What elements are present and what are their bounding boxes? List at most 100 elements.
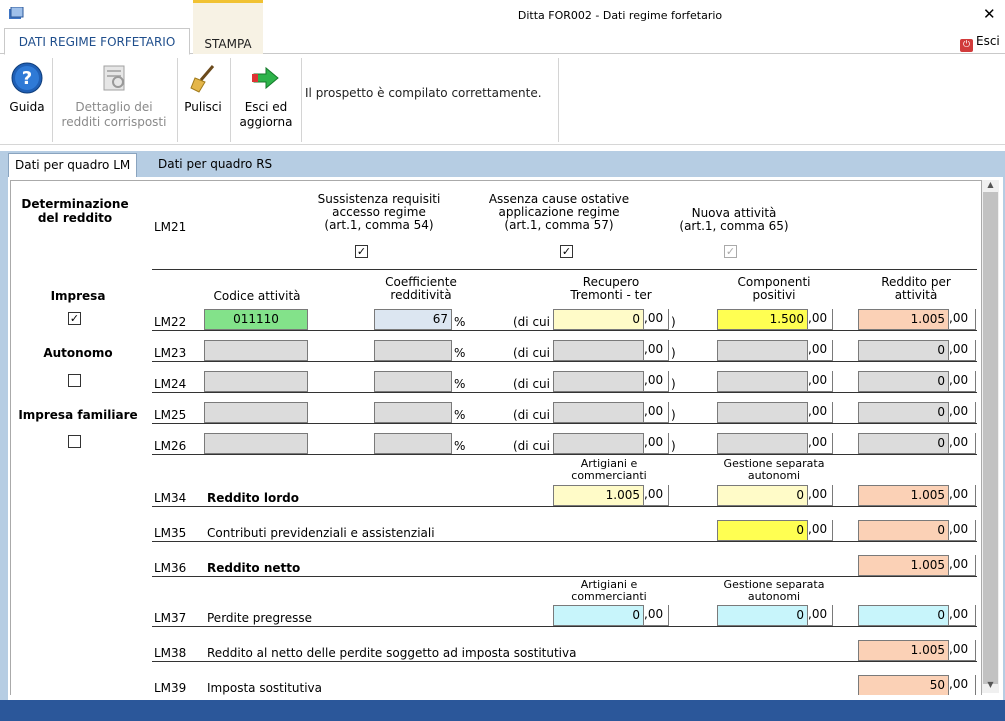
codice-attivita-field[interactable] <box>204 433 308 454</box>
divider <box>152 541 977 542</box>
impresa-familiare-checkbox[interactable] <box>68 435 81 448</box>
row-code: LM25 <box>154 408 187 422</box>
lm21-h2-line: (art.1, comma 57) <box>504 218 614 232</box>
percent-label: % <box>454 346 466 360</box>
componenti-field[interactable] <box>717 402 808 423</box>
lm39-reddito-field[interactable]: 50 <box>858 675 949 695</box>
artigiani-header: Artigiani e commercianti <box>553 579 665 603</box>
recupero-field[interactable] <box>553 371 644 392</box>
lm36-reddito-field[interactable]: 1.005 <box>858 555 949 576</box>
exit-button[interactable]: ⏻ Esci <box>960 34 1000 52</box>
codice-attivita-field[interactable] <box>204 340 308 361</box>
codice-attivita-field[interactable] <box>204 371 308 392</box>
close-icon[interactable]: ✕ <box>983 5 996 23</box>
codice-attivita-field[interactable]: 011110 <box>204 309 308 330</box>
lm37-reddito-field[interactable]: 0 <box>858 605 949 626</box>
coefficiente-field[interactable] <box>374 371 452 392</box>
recupero-field[interactable] <box>553 433 644 454</box>
esci-aggiorna-button[interactable]: Esci ed aggiorna <box>233 55 299 145</box>
lm38-label: Reddito al netto delle perdite soggetto … <box>207 646 577 660</box>
tab-dati-regime-forfetario[interactable]: DATI REGIME FORFETARIO <box>4 28 190 55</box>
lm38-reddito-field[interactable]: 1.005 <box>858 640 949 661</box>
componenti-field[interactable] <box>717 340 808 361</box>
reddito-field[interactable]: 0 <box>858 433 949 454</box>
header-componenti: Componenti positivi <box>714 276 834 302</box>
artigiani-line: commercianti <box>571 590 647 603</box>
row-code: LM26 <box>154 439 187 453</box>
assenza-cause-checkbox[interactable]: ✓ <box>560 245 573 258</box>
window-title: Ditta FOR002 - Dati regime forfetario <box>517 9 723 22</box>
lm34-artigiani-field[interactable]: 1.005 <box>553 485 644 506</box>
coefficiente-field[interactable] <box>374 402 452 423</box>
lm37-gestione-field[interactable]: 0 <box>717 605 808 626</box>
percent-label: % <box>454 439 466 453</box>
divider <box>152 361 977 362</box>
gestione-line: autonomi <box>747 590 801 603</box>
percent-label: % <box>454 408 466 422</box>
decimal-suffix: ,00 <box>949 309 976 330</box>
row-code: LM21 <box>154 220 187 234</box>
lm21-header-2: Assenza cause ostative applicazione regim… <box>474 193 644 232</box>
row-code: LM37 <box>154 611 187 625</box>
tab-stampa[interactable]: STAMPA <box>193 0 263 54</box>
tab-quadro-rs[interactable]: Dati per quadro RS <box>152 153 278 177</box>
reddito-field[interactable]: 1.005 <box>858 309 949 330</box>
impresa-label: Impresa <box>50 289 106 303</box>
lm35-reddito-field[interactable]: 0 <box>858 520 949 541</box>
componenti-field[interactable] <box>717 371 808 392</box>
recupero-field[interactable] <box>553 402 644 423</box>
decimal-suffix: ,00 <box>808 433 833 454</box>
lm39-label: Imposta sostitutiva <box>207 681 323 695</box>
divider <box>152 576 977 577</box>
divider <box>152 423 977 424</box>
decimal-suffix: ,00 <box>808 340 833 361</box>
scroll-thumb[interactable] <box>983 192 998 684</box>
componenti-field[interactable]: 1.500 <box>717 309 808 330</box>
pulisci-button[interactable]: Pulisci <box>180 55 226 145</box>
componenti-field[interactable] <box>717 433 808 454</box>
di-cui-label: (di cui <box>513 408 550 422</box>
di-cui-label: (di cui <box>513 315 550 329</box>
decimal-suffix: ,00 <box>949 605 976 626</box>
arrow-right-icon <box>252 66 279 90</box>
percent-label: % <box>454 315 466 329</box>
reddito-field[interactable]: 0 <box>858 371 949 392</box>
scroll-up-icon[interactable]: ▲ <box>982 180 999 192</box>
lm35-gestione-field[interactable]: 0 <box>717 520 808 541</box>
reddito-field[interactable]: 0 <box>858 402 949 423</box>
impresa-checkbox[interactable]: ✓ <box>68 312 81 325</box>
lm37-artigiani-field[interactable]: 0 <box>553 605 644 626</box>
autonomo-checkbox[interactable] <box>68 374 81 387</box>
divider <box>152 661 977 662</box>
codice-attivita-field[interactable] <box>204 402 308 423</box>
coefficiente-field[interactable]: 67 <box>374 309 452 330</box>
gestione-header: Gestione separata autonomi <box>709 579 839 603</box>
di-cui-label: (di cui <box>513 439 550 453</box>
vertical-scrollbar[interactable]: ▲ ▼ <box>982 180 999 693</box>
divider <box>152 454 977 455</box>
ribbon-tab-strip: DATI REGIME FORFETARIO STAMPA ⏻ Esci <box>0 0 1005 55</box>
nuova-attivita-checkbox[interactable]: ✓ <box>724 245 737 258</box>
coefficiente-field[interactable] <box>374 340 452 361</box>
reddito-field[interactable]: 0 <box>858 340 949 361</box>
coefficiente-field[interactable] <box>374 433 452 454</box>
divider <box>152 392 977 393</box>
decimal-suffix: ,00 <box>808 371 833 392</box>
title-bar: Ditta FOR002 - Dati regime forfetario ✕ <box>0 0 1005 28</box>
sussistenza-checkbox[interactable]: ✓ <box>355 245 368 258</box>
row-code: LM39 <box>154 681 187 695</box>
tab-quadro-lm[interactable]: Dati per quadro LM <box>8 153 138 177</box>
guida-button[interactable]: ? Guida <box>4 55 50 145</box>
autonomo-label: Autonomo <box>43 346 113 360</box>
divider <box>152 269 977 270</box>
scroll-down-icon[interactable]: ▼ <box>982 680 999 692</box>
dettaglio-button[interactable]: Dettaglio dei redditi corrisposti <box>55 55 173 145</box>
lm34-reddito-field[interactable]: 1.005 <box>858 485 949 506</box>
header-componenti-line: positivi <box>752 288 796 302</box>
decimal-suffix: ,00 <box>644 485 669 506</box>
decimal-suffix: ,00 <box>644 433 669 454</box>
separator <box>230 58 231 142</box>
recupero-field[interactable] <box>553 340 644 361</box>
recupero-field[interactable]: 0 <box>553 309 644 330</box>
lm34-gestione-field[interactable]: 0 <box>717 485 808 506</box>
